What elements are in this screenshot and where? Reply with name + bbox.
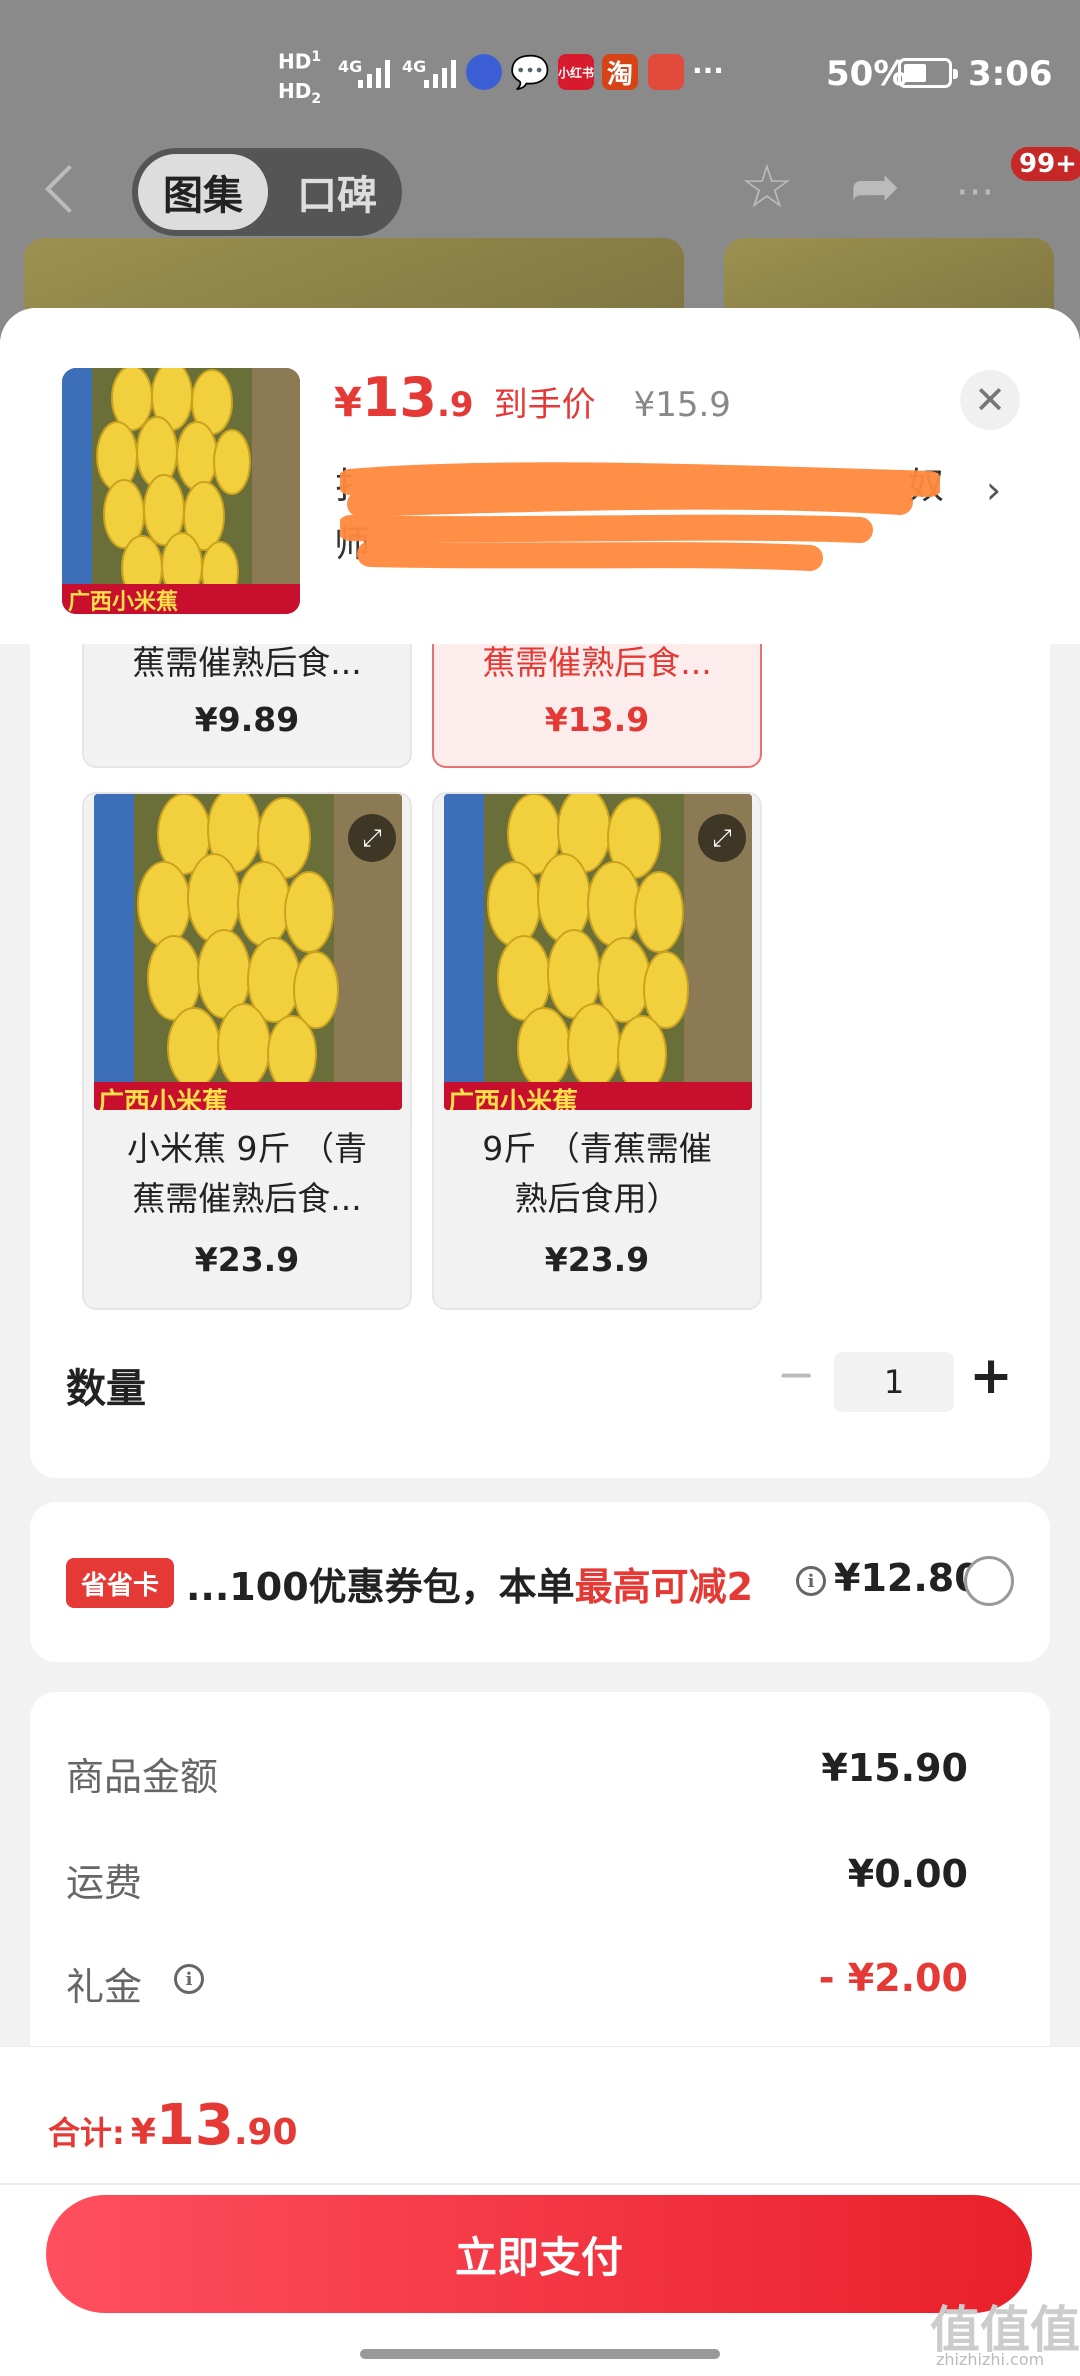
quantity-increase-button[interactable]: +	[966, 1346, 1016, 1406]
notification-badge: 99+	[1008, 144, 1080, 184]
shipping-label: 运费	[66, 1861, 143, 1905]
saver-card-tag: 省省卡	[66, 1558, 174, 1608]
quantity-input[interactable]: 1	[834, 1352, 954, 1412]
home-indicator[interactable]	[360, 2349, 720, 2359]
divider	[0, 2183, 1080, 2185]
info-icon[interactable]: i	[796, 1566, 826, 1596]
back-icon[interactable]	[44, 164, 94, 214]
subtotal-value: ¥15.90	[821, 1746, 968, 1790]
price-symbol: ¥	[334, 380, 362, 426]
coupon-amount: ¥12.80	[834, 1556, 981, 1600]
tab-switcher: 图集 口碑	[132, 148, 402, 236]
close-button[interactable]: ✕	[960, 370, 1020, 430]
net-type-2: 4G	[402, 57, 427, 76]
price-decimal: .9	[437, 385, 474, 425]
battery-icon	[898, 58, 958, 88]
gift-info-icon[interactable]: i	[174, 1964, 204, 1994]
coupon-description: ...100优惠券包，本单最高可减2	[186, 1565, 754, 1609]
chevron-right-icon[interactable]: ›	[986, 468, 1001, 512]
pay-now-button[interactable]: 立即支付	[46, 2195, 1032, 2313]
gift-money-label: 礼金	[66, 1965, 143, 2009]
battery-percent: 50%	[826, 54, 908, 94]
product-image-caption: 广西小米蕉	[68, 590, 179, 614]
xiaohongshu-icon: 小红书	[558, 54, 594, 90]
tab-gallery[interactable]: 图集	[138, 154, 268, 230]
star-icon[interactable]: ☆	[740, 152, 794, 222]
share-icon[interactable]: ➦	[850, 152, 900, 222]
quantity-decrease-button[interactable]: −	[774, 1347, 818, 1401]
checkout-bar: 合计: ¥ 13 .90 立即支付	[0, 2046, 1080, 2376]
game-icon	[648, 54, 684, 90]
more-icon[interactable]: ···	[956, 158, 994, 228]
background-navbar: 图集 口碑 ☆ ➦ ···	[0, 140, 1080, 240]
more-notifications: ···	[692, 54, 724, 87]
background-page: HD1 HD2 4G 4G 💬 小红书 淘 ··· 50% 3:06 图集 口碑…	[0, 0, 1080, 348]
quantity-label: 数量	[66, 1366, 146, 1412]
hd1-indicator: HD1	[278, 49, 322, 74]
signal-2-icon	[424, 58, 456, 88]
browser-icon	[466, 54, 502, 90]
watermark-site: zhizhizhi.com	[936, 2350, 1045, 2369]
original-price: ¥15.9	[633, 385, 731, 425]
redaction-scribble	[340, 462, 940, 571]
product-image[interactable]: 广西小米蕉	[62, 368, 300, 614]
message-icon: 💬	[510, 53, 550, 91]
hd2-indicator: HD2	[278, 79, 322, 107]
gift-money-value: - ¥2.00	[818, 1956, 968, 2000]
shipping-value: ¥0.00	[847, 1852, 968, 1896]
tab-reviews[interactable]: 口碑	[282, 154, 392, 230]
price-integer: 13	[361, 366, 437, 429]
price-row: ¥ 13 .9 到手价 ¥15.9	[334, 366, 731, 446]
order-total: 合计: ¥ 13 .90	[48, 2093, 298, 2158]
coupon-radio[interactable]	[964, 1556, 1014, 1606]
final-price-label: 到手价	[493, 385, 596, 425]
sheet-header: 广西小米蕉 ¥ 13 .9 到手价 ¥15.9 ✕ 扌奴 师 ›	[0, 308, 1080, 644]
signal-1-icon	[358, 58, 390, 88]
clock: 3:06	[968, 54, 1053, 94]
taobao-icon: 淘	[602, 54, 638, 90]
subtotal-label: 商品金额	[66, 1755, 219, 1799]
status-bar: HD1 HD2 4G 4G 💬 小红书 淘 ··· 50% 3:06	[0, 0, 1080, 150]
